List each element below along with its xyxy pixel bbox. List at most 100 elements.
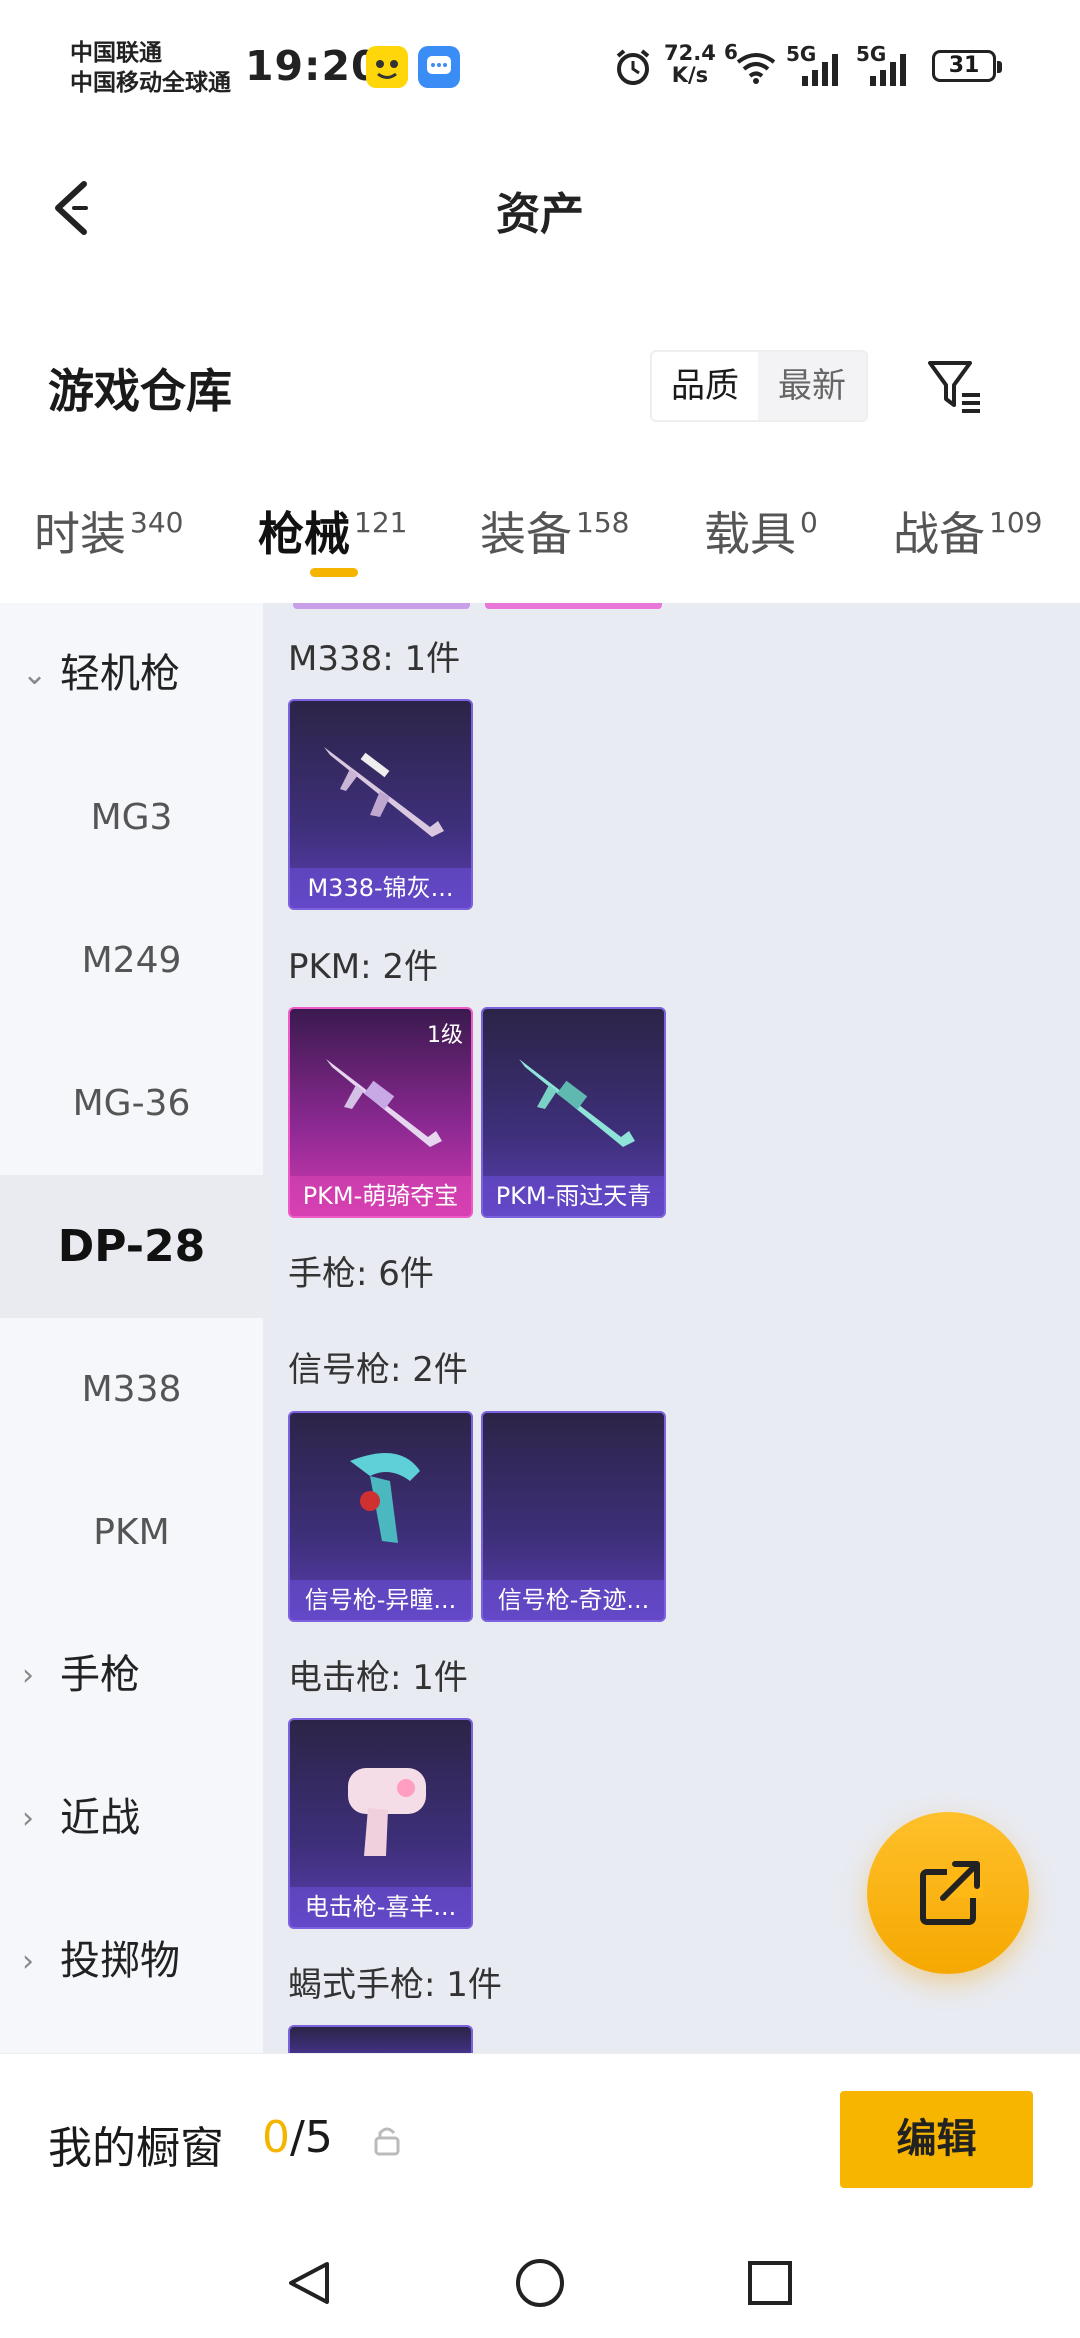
tab-equipment[interactable]: 装备 158 [480,498,629,564]
filter-icon [928,361,980,413]
category-tabs: 时装 340 枪械 121 装备 158 载具 0 战备 109 [0,458,1080,603]
share-fab-button[interactable] [867,1812,1029,1974]
sidebar-item-m338[interactable]: M338 [0,1318,263,1461]
item-card-label: 信号枪-奇迹... [483,1580,664,1620]
sidebar-group-throwables[interactable]: › 投掷物 [0,1890,263,2033]
chevron-right-icon: › [22,1944,34,1979]
tab-vehicles-count: 0 [800,506,818,539]
carrier-mobile: 中国移动全球通 [70,70,231,96]
page-title: 资产 [496,189,584,240]
sort-toggle: 品质 最新 [650,350,868,422]
tab-equipment-count: 158 [576,506,630,539]
section-title-pkm: PKM: 2件 [288,947,439,987]
edit-button[interactable]: 编辑 [840,2091,1033,2188]
item-card-flare-1[interactable]: 信号枪-异瞳... [288,1411,473,1622]
message-notification-icon [418,46,460,88]
chevron-down-icon: ⌄ [22,657,48,692]
section-title-flare: 信号枪: 2件 [288,1350,468,1390]
back-arrow-icon [55,181,88,235]
section-title-scorpion: 蝎式手枪: 1件 [288,1965,502,2005]
chevron-right-icon: › [22,1658,34,1693]
item-card-pkm-1[interactable]: 1级 PKM-萌骑夺宝 [288,1007,473,1218]
nav-back-icon[interactable] [283,2256,337,2310]
showcase-count: 0/5 [262,2112,333,2163]
showcase-total: /5 [290,2112,333,2163]
net-speed-value: 72.4 [664,41,716,65]
alarm-icon [616,49,650,85]
tab-vehicles-label: 载具 [704,507,796,561]
partial-card [485,603,662,609]
sort-newest-button[interactable]: 最新 [758,352,866,420]
sidebar-group-melee-label: 近战 [60,1795,140,1841]
sidebar-item-mg36[interactable]: MG-36 [0,1032,263,1175]
tab-vehicles[interactable]: 载具 0 [704,498,818,564]
sidebar-item-dp28[interactable]: DP-28 [0,1175,263,1318]
tab-fashion-label: 时装 [34,507,126,561]
nav-home-icon[interactable] [513,2256,567,2310]
item-card-label: M338-锦灰... [290,868,471,908]
rifle-image [324,747,444,837]
item-card-flare-2[interactable]: 信号枪-奇迹... [481,1411,666,1622]
chevron-right-icon: › [22,1801,34,1836]
sidebar-group-melee[interactable]: › 近战 [0,1747,263,1890]
lock-icon [374,2127,400,2156]
tab-fashion[interactable]: 时装 340 [34,498,183,564]
section-title-m338: M338: 1件 [288,639,461,679]
item-card-label: 电击枪-喜羊... [290,1887,471,1927]
nav-recents-icon[interactable] [743,2256,797,2310]
tab-guns-label: 枪械 [258,507,350,561]
sidebar-nav: ⌄ 轻机枪 MG3 M249 MG-36 DP-28 M338 PKM › 手枪… [0,603,263,2053]
item-card-stun[interactable]: 电击枪-喜羊... [288,1718,473,1929]
item-card-pkm-2[interactable]: PKM-雨过天青 [481,1007,666,1218]
showcase-bar: 我的橱窗 0/5 编辑 [0,2053,1080,2229]
carrier-info: 中国联通 中国移动全球通 [70,38,231,98]
item-card-scorpion[interactable] [288,2025,473,2053]
machine-gun-image [326,1059,442,1147]
sidebar-group-lmg[interactable]: ⌄ 轻机枪 [0,603,263,746]
sort-quality-button[interactable]: 品质 [652,352,758,420]
showcase-used: 0 [262,2112,290,2163]
tab-equipment-label: 装备 [480,507,572,561]
status-bar: 中国联通 中国移动全球通 19:20 72.4 K/s 6 5G 5G 31 [0,0,1080,140]
carrier-unicom: 中国联通 [70,40,162,66]
partial-card [293,603,470,609]
item-card-label: PKM-萌骑夺宝 [290,1176,471,1216]
section-title-stun: 电击枪: 1件 [288,1658,468,1698]
tab-supplies[interactable]: 战备 109 [893,498,1042,564]
tab-guns-count: 121 [354,506,408,539]
status-time: 19:20 [245,42,381,90]
sidebar-group-lmg-label: 轻机枪 [60,651,180,697]
battery-indicator: 31 [932,50,1002,82]
machine-gun-image [519,1059,635,1147]
system-nav-bar [0,2228,1080,2338]
filter-button[interactable] [924,355,986,417]
sidebar-group-pistol[interactable]: › 手枪 [0,1604,263,1747]
sidebar-group-pistol-label: 手枪 [60,1652,140,1698]
sidebar-item-mg3[interactable]: MG3 [0,746,263,889]
warehouse-title: 游戏仓库 [48,364,232,418]
sidebar-item-m249[interactable]: M249 [0,889,263,1032]
page-header: 资产 [0,140,1080,270]
active-tab-indicator [310,568,358,577]
wifi-icon [736,53,776,84]
item-card-label: PKM-雨过天青 [483,1176,664,1216]
stun-gun-image [348,1768,426,1856]
tab-supplies-label: 战备 [893,507,985,561]
flare-gun-image [350,1453,420,1543]
back-button[interactable] [48,178,98,238]
sidebar-group-throwables-label: 投掷物 [60,1938,180,1984]
signal1-icon [802,54,838,86]
net-speed: 72.4 K/s [664,42,716,86]
tab-guns[interactable]: 枪械 121 [258,498,407,564]
showcase-label: 我的橱窗 [48,2123,224,2174]
app-notification-icon [366,46,408,88]
tab-supplies-count: 109 [989,506,1043,539]
item-card-m338[interactable]: M338-锦灰... [288,699,473,910]
sidebar-item-pkm[interactable]: PKM [0,1461,263,1604]
item-card-label: 信号枪-异瞳... [290,1580,471,1620]
share-icon [920,1861,983,1925]
net-speed-unit: K/s [671,63,709,87]
signal2-icon [870,54,906,86]
section-title-pistol: 手枪: 6件 [288,1254,434,1294]
tab-fashion-count: 340 [130,506,184,539]
